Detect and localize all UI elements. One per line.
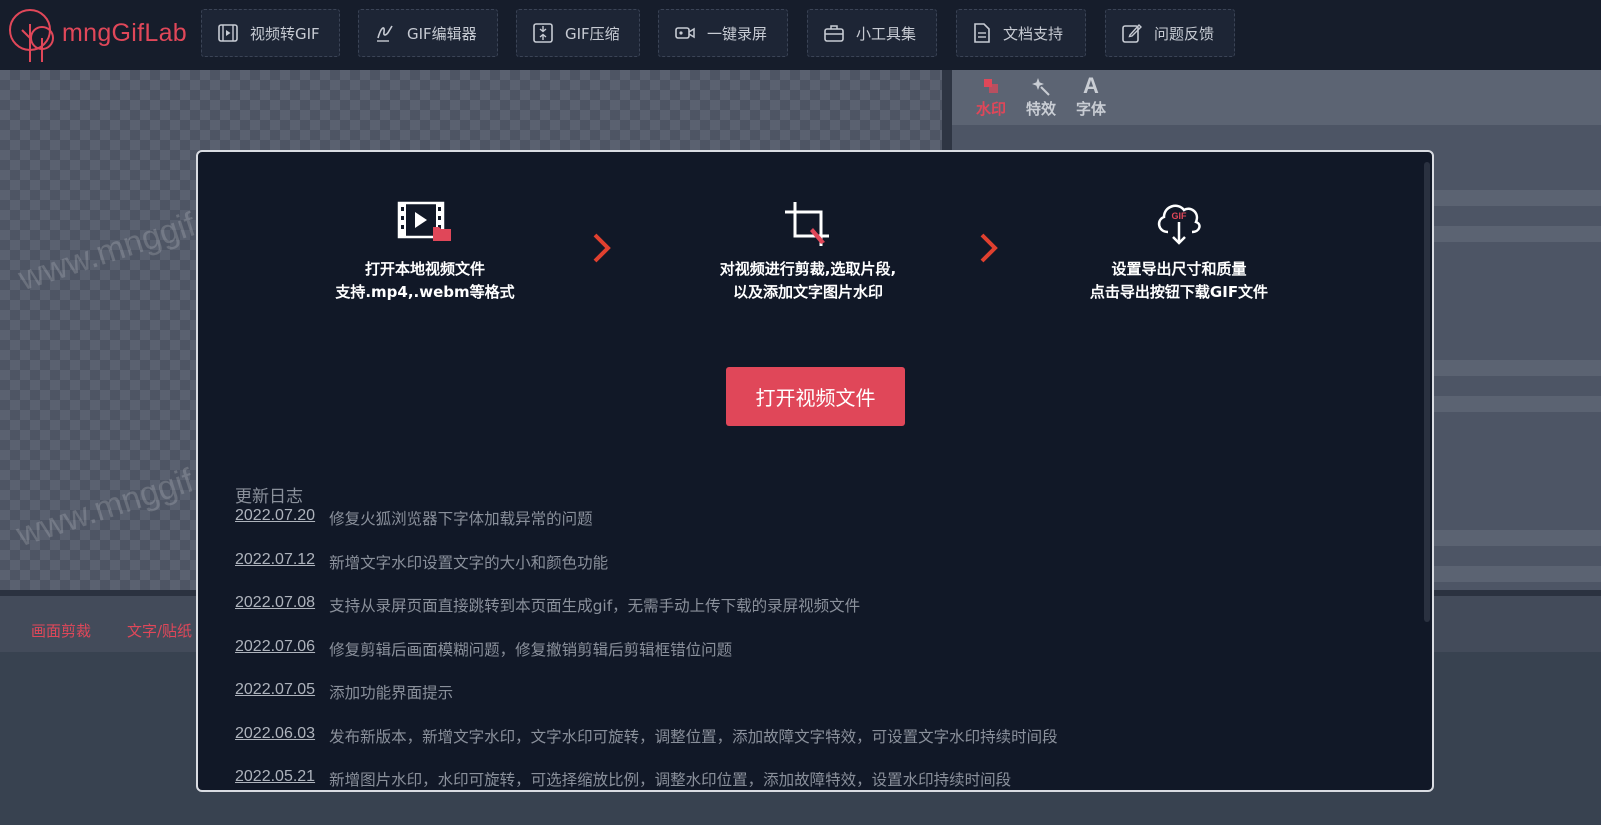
step-line: 以及添加文字图片水印 <box>732 283 883 301</box>
app-logo[interactable]: mngGifLab <box>6 4 192 64</box>
tab-label: 水印 <box>975 100 1006 118</box>
nav-label: 视频转GIF <box>250 24 320 43</box>
step-open-file: 打开本地视频文件 支持.mp4,.webm等格式 <box>328 200 522 304</box>
tab-font[interactable]: A 字体 <box>1066 73 1116 119</box>
font-icon: A <box>1083 73 1099 98</box>
nav-label: GIF编辑器 <box>407 24 477 43</box>
changelog-date[interactable]: 2022.06.03 <box>235 725 315 743</box>
step-line: 打开本地视频文件 <box>364 260 485 278</box>
video-camera-icon <box>675 27 695 39</box>
changelog-text: 新增文字水印设置文字的大小和颜色功能 <box>329 553 609 572</box>
nav-label: 文档支持 <box>1003 24 1064 43</box>
toolbox-icon <box>824 25 844 42</box>
top-navigation-bar: mngGifLab 视频转GIF GIF编辑器 GIF压缩 一键录屏 小工具集 … <box>0 0 1601 70</box>
step-line: 点击导出按钮下载GIF文件 <box>1089 283 1269 301</box>
changelog-date[interactable]: 2022.07.20 <box>235 507 315 525</box>
step-line: 对视频进行剪裁,选取片段, <box>719 260 897 278</box>
nav-label: 小工具集 <box>856 24 917 43</box>
open-video-file-button[interactable]: 打开视频文件 <box>726 367 905 426</box>
chevron-right-icon <box>593 233 611 263</box>
changelog-text: 新增图片水印，水印可旋转，可选择缩放比例，调整水印位置，添加故障特效，设置水印持… <box>329 771 1012 789</box>
nav-gif-editor[interactable]: GIF编辑器 <box>358 9 498 57</box>
canvas-watermark: www.mnggif <box>14 205 201 299</box>
settings-tabs: 水印 特效 A 字体 <box>952 70 1601 125</box>
changelog-text: 发布新版本，新增文字水印，文字水印可旋转，调整位置，添加故障文字特效，可设置文字… <box>329 727 1058 746</box>
tab-effects[interactable]: 特效 <box>1016 74 1066 119</box>
nav-tools[interactable]: 小工具集 <box>807 9 937 57</box>
changelog-text: 添加功能界面提示 <box>329 684 454 702</box>
canvas-watermark: www.mnggif <box>12 461 199 555</box>
changelog-text: 修复剪辑后画面模糊问题，修复撤销剪辑后剪辑框错位问题 <box>329 640 733 659</box>
film-folder-icon <box>397 201 451 241</box>
nav-video-to-gif[interactable]: 视频转GIF <box>201 9 340 57</box>
changelog-text: 支持从录屏页面直接跳转到本页面生成gif，无需手动上传下载的录屏视频文件 <box>329 597 861 615</box>
changelog-row: 2022.06.03 发布新版本，新增文字水印，文字水印可旋转，调整位置，添加故… <box>235 722 1385 766</box>
nav-gif-compress[interactable]: GIF压缩 <box>516 9 640 57</box>
film-icon <box>218 24 238 42</box>
changelog-row: 2022.07.12 新增文字水印设置文字的大小和颜色功能 <box>235 548 1385 592</box>
nav-label: GIF压缩 <box>565 24 620 43</box>
step-edit-video: 对视频进行剪裁,选取片段, 以及添加文字图片水印 <box>688 200 928 304</box>
gif-download-icon: GIF <box>1157 204 1201 245</box>
compress-icon <box>533 23 553 43</box>
tool-crop[interactable]: 画面剪裁 <box>31 620 91 641</box>
welcome-dialog: 打开本地视频文件 支持.mp4,.webm等格式 对视频进行剪裁,选取片段, 以… <box>196 150 1434 792</box>
changelog-date[interactable]: 2022.07.08 <box>235 594 315 612</box>
changelog-row: 2022.07.20 修复火狐浏览器下字体加载异常的问题 <box>235 504 1385 548</box>
changelog-row: 2022.07.05 添加功能界面提示 <box>235 678 1385 722</box>
step-export-gif: GIF 设置导出尺寸和质量 点击导出按钮下载GIF文件 <box>1074 200 1284 304</box>
dialog-scrollbar[interactable] <box>1424 162 1430 622</box>
tool-text-sticker[interactable]: 文字/贴纸 <box>127 620 192 641</box>
svg-text:GIF: GIF <box>1172 211 1188 221</box>
nav-docs[interactable]: 文档支持 <box>956 9 1086 57</box>
feedback-icon <box>1122 23 1142 43</box>
watermark-icon <box>984 79 998 93</box>
changelog-date[interactable]: 2022.05.21 <box>235 768 315 786</box>
step-line: 支持.mp4,.webm等格式 <box>335 283 515 301</box>
nav-label: 一键录屏 <box>707 24 768 43</box>
tab-watermark[interactable]: 水印 <box>966 74 1016 119</box>
logo-text: mngGifLab <box>62 19 187 47</box>
chevron-right-icon <box>980 233 998 263</box>
tree-logo-icon <box>9 9 54 62</box>
magic-wand-icon <box>1032 78 1050 96</box>
changelog-date[interactable]: 2022.07.12 <box>235 551 315 569</box>
nav-label: 问题反馈 <box>1154 24 1215 43</box>
changelog-list: 2022.07.20 修复火狐浏览器下字体加载异常的问题 2022.07.12 … <box>235 504 1385 790</box>
nav-screen-record[interactable]: 一键录屏 <box>658 9 788 57</box>
changelog-date[interactable]: 2022.07.06 <box>235 638 315 656</box>
tab-label: 字体 <box>1075 100 1106 118</box>
signature-icon <box>377 25 393 42</box>
changelog-row: 2022.07.08 支持从录屏页面直接跳转到本页面生成gif，无需手动上传下载… <box>235 591 1385 635</box>
changelog-row: 2022.07.06 修复剪辑后画面模糊问题，修复撤销剪辑后剪辑框错位问题 <box>235 635 1385 679</box>
step-line: 设置导出尺寸和质量 <box>1111 260 1247 278</box>
changelog-text: 修复火狐浏览器下字体加载异常的问题 <box>329 510 593 528</box>
nav-feedback[interactable]: 问题反馈 <box>1105 9 1235 57</box>
document-icon <box>974 23 990 43</box>
changelog-row: 2022.05.21 新增图片水印，水印可旋转，可选择缩放比例，调整水印位置，添… <box>235 765 1385 790</box>
crop-icon <box>785 202 829 246</box>
changelog-date[interactable]: 2022.07.05 <box>235 681 315 699</box>
tab-label: 特效 <box>1025 100 1056 118</box>
